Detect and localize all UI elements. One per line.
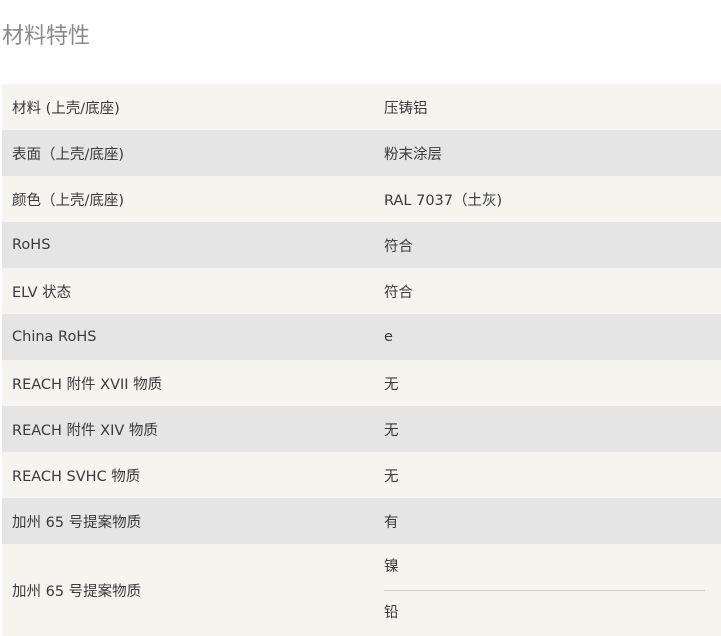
property-label: 加州 65 号提案物质 — [2, 498, 374, 544]
table-row: REACH 附件 XVII 物质 无 — [2, 360, 721, 406]
property-value: e — [374, 314, 721, 360]
table-row: 加州 65 号提案物质 镍 铅 — [2, 544, 721, 636]
property-value: 无 — [374, 406, 721, 452]
property-value: 无 — [374, 360, 721, 406]
property-value: RAL 7037（土灰) — [374, 176, 721, 222]
table-row: RoHS 符合 — [2, 222, 721, 268]
table-row: 加州 65 号提案物质 有 — [2, 498, 721, 544]
table-row: REACH 附件 XIV 物质 无 — [2, 406, 721, 452]
table-row: 材料 (上壳/底座) 压铸铝 — [2, 84, 721, 130]
property-value: 无 — [374, 452, 721, 498]
table-row: China RoHS e — [2, 314, 721, 360]
property-value: 符合 — [374, 268, 721, 314]
property-label: ELV 状态 — [2, 268, 374, 314]
material-properties-table: 材料 (上壳/底座) 压铸铝 表面（上壳/底座) 粉末涂层 颜色（上壳/底座) … — [2, 84, 721, 636]
table-row: ELV 状态 符合 — [2, 268, 721, 314]
property-label: REACH SVHC 物质 — [2, 452, 374, 498]
property-value-list: 镍 铅 — [374, 544, 721, 636]
table-row: REACH SVHC 物质 无 — [2, 452, 721, 498]
property-label: 材料 (上壳/底座) — [2, 84, 374, 130]
property-value: 压铸铝 — [374, 84, 721, 130]
property-label: REACH 附件 XVII 物质 — [2, 360, 374, 406]
property-label: REACH 附件 XIV 物质 — [2, 406, 374, 452]
property-value: 符合 — [374, 222, 721, 268]
property-value: 粉末涂层 — [374, 130, 721, 176]
property-label: RoHS — [2, 222, 374, 268]
table-row: 颜色（上壳/底座) RAL 7037（土灰) — [2, 176, 721, 222]
property-value: 铅 — [384, 589, 705, 636]
property-label: China RoHS — [2, 314, 374, 360]
property-label: 颜色（上壳/底座) — [2, 176, 374, 222]
property-value: 有 — [374, 498, 721, 544]
property-value: 镍 — [384, 558, 399, 575]
property-label: 表面（上壳/底座) — [2, 130, 374, 176]
table-row: 表面（上壳/底座) 粉末涂层 — [2, 130, 721, 176]
section-title: 材料特性 — [2, 24, 91, 49]
property-label: 加州 65 号提案物质 — [2, 544, 374, 636]
